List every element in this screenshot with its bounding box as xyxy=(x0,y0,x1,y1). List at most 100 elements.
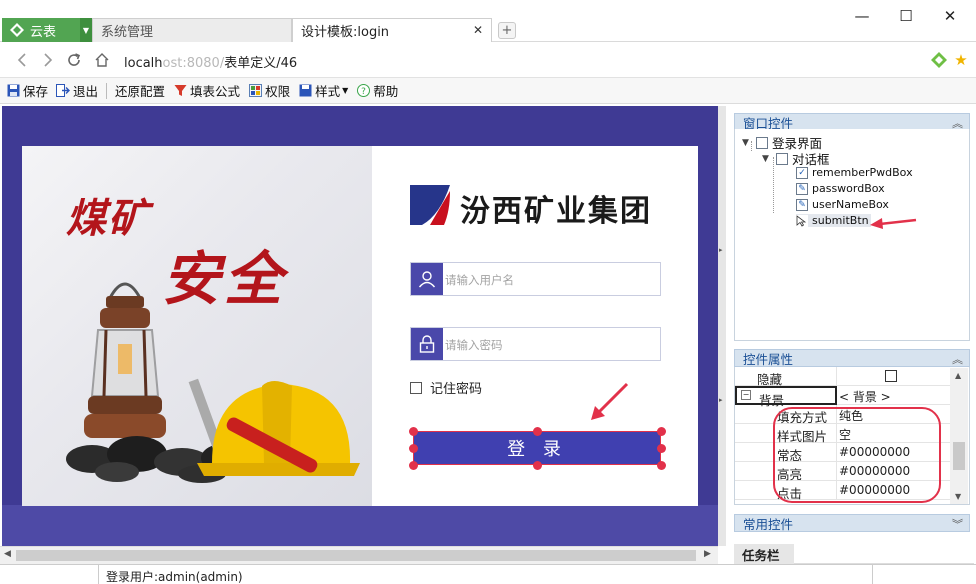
resize-handle-right[interactable] xyxy=(657,444,666,453)
remember-password-label: 记住密码 xyxy=(430,382,483,397)
property-key: 点击 xyxy=(735,481,837,501)
property-key: 隐藏 xyxy=(735,367,837,387)
property-row-click[interactable]: 点击 #00000000 xyxy=(735,481,955,501)
resize-handle-top[interactable] xyxy=(533,427,542,436)
canvas-bottom-band xyxy=(2,505,718,546)
svg-text:?: ? xyxy=(361,87,366,97)
app-logo-icon xyxy=(10,23,24,37)
back-arrow-icon[interactable] xyxy=(12,50,32,70)
property-value[interactable]: #00000000 xyxy=(839,464,910,478)
resize-handle-bottom-right[interactable] xyxy=(657,461,666,470)
chevron-down-icon: ▼ xyxy=(342,86,349,95)
save-icon xyxy=(6,84,20,98)
safety-helmet-illustration xyxy=(188,378,360,476)
app-tab[interactable]: 云表 xyxy=(2,18,80,42)
close-tab-icon[interactable]: ✕ xyxy=(473,23,483,37)
scrollbar-thumb[interactable] xyxy=(16,550,696,561)
url-field[interactable]: localhost:8080/表单定义/46 xyxy=(124,52,297,71)
checkbox-box[interactable] xyxy=(410,381,422,394)
new-tab-button[interactable]: + xyxy=(498,22,516,39)
property-row-fill-mode[interactable]: 填充方式 纯色 xyxy=(735,405,955,425)
lock-icon xyxy=(411,328,443,360)
tree-node-label: rememberPwdBox xyxy=(812,166,913,179)
user-icon xyxy=(411,263,443,295)
forward-arrow-icon[interactable] xyxy=(38,50,58,70)
expand-arrow-icon[interactable]: ▼ xyxy=(762,154,772,164)
property-vertical-scrollbar[interactable]: ▲ ▼ xyxy=(950,368,968,504)
resize-handle-top-left[interactable] xyxy=(409,427,418,436)
property-value[interactable]: #00000000 xyxy=(839,483,910,497)
exit-button[interactable]: 退出 xyxy=(56,81,98,101)
resize-handle-left[interactable] xyxy=(409,444,418,453)
funnel-icon xyxy=(173,84,187,98)
permission-button[interactable]: 权限 xyxy=(248,81,290,101)
banner-title-line2: 安全 xyxy=(162,245,287,313)
tab-design-template[interactable]: 设计模板:login ✕ xyxy=(292,18,492,42)
style-icon xyxy=(298,84,312,98)
username-input[interactable]: 请输入用户名 xyxy=(410,262,661,296)
tree-node-label: passwordBox xyxy=(812,182,885,195)
save-button[interactable]: 保存 xyxy=(6,81,48,101)
taskbar-tab[interactable]: 任务栏 xyxy=(734,544,794,564)
resize-handle-bottom[interactable] xyxy=(533,461,542,470)
scroll-right-icon[interactable]: ▶ xyxy=(704,549,711,559)
property-row-normal[interactable]: 常态 #00000000 xyxy=(735,443,955,463)
taskbar-strip xyxy=(794,544,974,564)
property-key: 样式图片 xyxy=(735,424,837,444)
resize-handle-bottom-left[interactable] xyxy=(409,461,418,470)
app-menu-dropdown[interactable]: ▼ xyxy=(80,18,92,42)
address-bar: localhost:8080/表单定义/46 ★ xyxy=(0,42,976,78)
tree-node-passwordbox[interactable]: ✎ passwordBox xyxy=(796,182,885,195)
login-submit-button[interactable]: 登 录 xyxy=(413,431,661,465)
scroll-left-icon[interactable]: ◀ xyxy=(4,549,11,559)
property-row-style-image[interactable]: 样式图片 空 xyxy=(735,424,955,444)
close-window-button[interactable]: ✕ xyxy=(940,6,960,26)
url-host-blurred: ost:8080/ xyxy=(162,56,225,71)
tab-system-management[interactable]: 系统管理 xyxy=(92,18,292,42)
logged-in-user: 登录用户:admin(admin) xyxy=(106,570,243,584)
collapse-icon[interactable]: ︽ xyxy=(952,351,963,367)
expand-arrow-icon[interactable]: ▼ xyxy=(742,138,752,148)
home-icon[interactable] xyxy=(92,50,112,70)
cursor-icon xyxy=(796,214,808,227)
extension-icon[interactable] xyxy=(930,51,948,69)
permission-label: 权限 xyxy=(265,84,291,99)
style-dropdown-button[interactable]: 样式 ▼ xyxy=(298,81,348,101)
property-value[interactable]: 纯色 xyxy=(839,407,863,424)
resize-handle-top-right[interactable] xyxy=(657,427,666,436)
property-value[interactable]: #00000000 xyxy=(839,445,910,459)
canvas-horizontal-scrollbar[interactable]: ◀ ▶ xyxy=(0,546,718,564)
favorite-star-icon[interactable]: ★ xyxy=(952,51,970,69)
property-value[interactable]: 空 xyxy=(839,426,851,443)
reload-icon[interactable] xyxy=(64,50,84,70)
safety-banner-image: 煤矿 安全 xyxy=(22,146,372,506)
remember-password-checkbox[interactable]: 记住密码 xyxy=(410,378,482,397)
maximize-button[interactable]: ☐ xyxy=(896,6,916,26)
tab-label: 设计模板:login xyxy=(301,25,390,40)
formula-button[interactable]: 填表公式 xyxy=(173,81,240,101)
password-input[interactable]: 请输入密码 xyxy=(410,327,661,361)
scroll-up-icon[interactable]: ▲ xyxy=(955,371,961,380)
property-row-hidden[interactable]: 隐藏 xyxy=(735,367,955,387)
scroll-down-icon[interactable]: ▼ xyxy=(955,492,961,501)
app-tab-label: 云表 xyxy=(30,24,57,40)
property-value: < 背景 > xyxy=(839,390,891,404)
property-row-background[interactable]: − 背景 < 背景 > xyxy=(735,386,955,408)
tree-node-submitbtn[interactable]: submitBtn xyxy=(796,214,871,227)
panel-splitter[interactable]: ▸ ▸ xyxy=(718,106,726,546)
property-row-highlight[interactable]: 高亮 #00000000 xyxy=(735,462,955,482)
tree-node-usernamebox[interactable]: ✎ userNameBox xyxy=(796,198,889,211)
scrollbar-thumb[interactable] xyxy=(953,442,965,470)
splitter-grip-icon: ▸ xyxy=(719,246,723,254)
company-name: 汾西矿业集团 xyxy=(460,194,652,229)
tree-node-rememberpwdbox[interactable]: ✓ rememberPwdBox xyxy=(796,166,913,179)
expand-icon[interactable]: ︾ xyxy=(952,516,963,532)
minimize-button[interactable]: — xyxy=(852,6,872,26)
banner-title-line1: 煤矿 xyxy=(66,195,150,242)
help-button[interactable]: ? 帮助 xyxy=(356,81,398,101)
restore-config-button[interactable]: 还原配置 xyxy=(115,81,165,101)
hidden-checkbox[interactable] xyxy=(885,370,897,382)
common-controls-header[interactable]: 常用控件 ︾ xyxy=(734,514,970,532)
status-bar: 登录用户:admin(admin) xyxy=(0,564,976,584)
control-properties-header[interactable]: 控件属性 ︽ xyxy=(734,349,970,367)
